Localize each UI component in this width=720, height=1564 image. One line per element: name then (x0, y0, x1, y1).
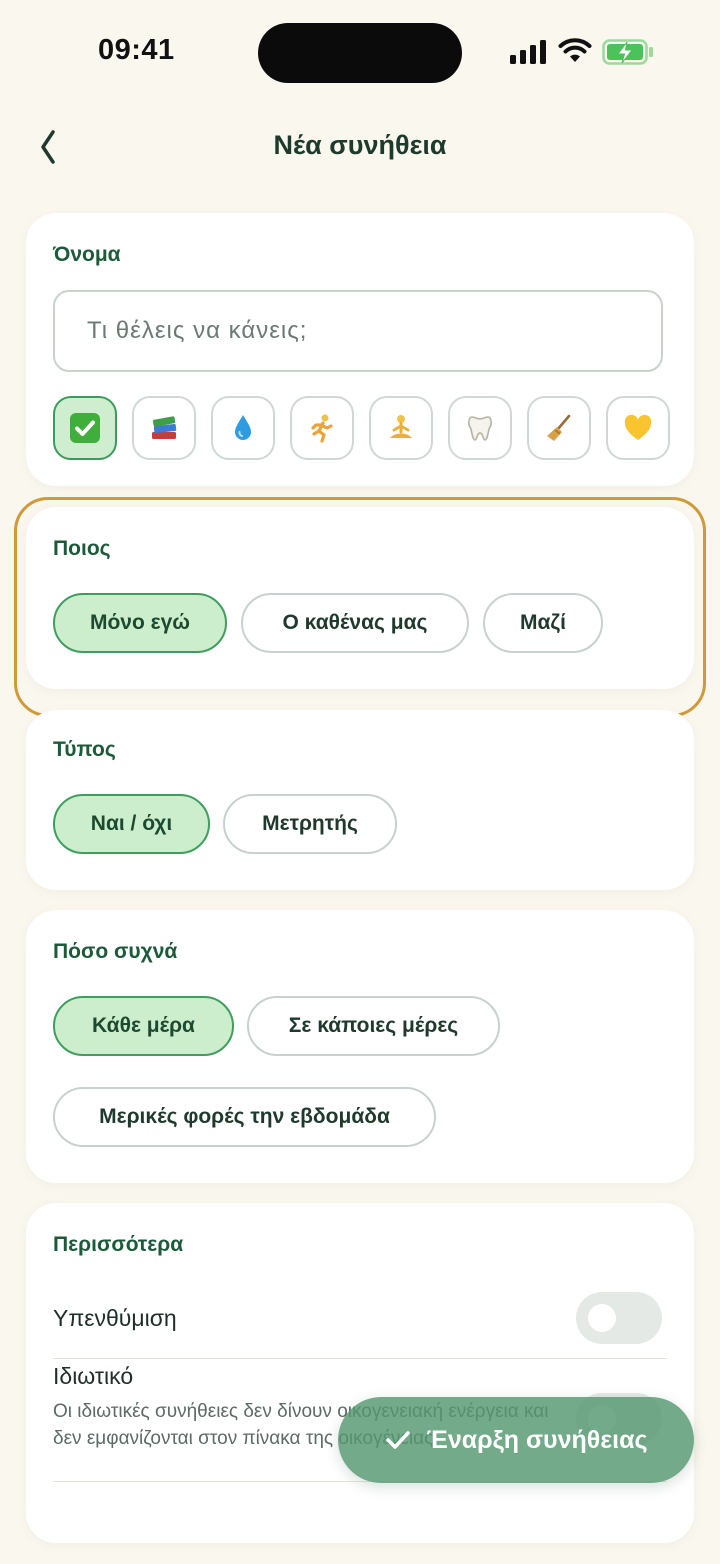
page-title: Νέα συνήθεια (273, 130, 447, 160)
yellow-heart-icon (624, 414, 652, 440)
emoji-picker (53, 396, 670, 462)
private-label: Ιδιωτικό (53, 1363, 134, 1389)
reminder-toggle[interactable] (576, 1292, 662, 1344)
emoji-option-books[interactable] (132, 396, 196, 460)
running-icon (311, 414, 333, 443)
who-option-together[interactable]: Μαζί (483, 593, 603, 653)
who-option-each-of-us[interactable]: Ο καθένας μας (241, 593, 469, 653)
cellular-signal-icon (510, 40, 546, 64)
section-title-type: Τύπος (53, 738, 116, 761)
status-bar: 09:41 (0, 0, 720, 100)
header: Νέα συνήθεια (0, 118, 720, 178)
emoji-option-water[interactable] (211, 396, 275, 460)
section-title-frequency: Πόσο συχνά (53, 940, 178, 963)
frequency-card: Πόσο συχνά Κάθε μέρα Σε κάποιες μέρες Με… (26, 910, 694, 1183)
status-time: 09:41 (98, 34, 175, 66)
type-card: Τύπος Ναι / όχι Μετρητής (26, 710, 694, 890)
emoji-option-meditation[interactable] (369, 396, 433, 460)
wifi-icon (558, 38, 592, 62)
emoji-option-tooth[interactable] (448, 396, 512, 460)
frequency-option-every-day[interactable]: Κάθε μέρα (53, 996, 234, 1056)
who-card: Ποιος Μόνο εγώ Ο καθένας μας Μαζί (26, 507, 694, 689)
frequency-option-times-per-week[interactable]: Μερικές φορές την εβδομάδα (53, 1087, 436, 1147)
tooth-icon (468, 416, 492, 441)
emoji-option-heart[interactable] (606, 396, 670, 460)
type-option-yes-no[interactable]: Ναι / όχι (53, 794, 210, 854)
section-title-who: Ποιος (53, 537, 111, 560)
check-box-icon (70, 413, 100, 443)
dynamic-island (258, 23, 462, 83)
habit-name-input[interactable] (53, 290, 663, 372)
section-title-more: Περισσότερα (53, 1233, 184, 1256)
check-icon (385, 1431, 410, 1449)
emoji-option-broom[interactable] (527, 396, 591, 460)
reminder-label: Υπενθύμιση (53, 1305, 177, 1331)
start-habit-label: Έναρξη συνήθειας (426, 1425, 648, 1454)
who-option-only-me[interactable]: Μόνο εγώ (53, 593, 227, 653)
start-habit-button[interactable]: Έναρξη συνήθειας (338, 1397, 694, 1483)
section-title-name: Όνομα (53, 243, 121, 266)
meditation-icon (390, 415, 412, 438)
divider (53, 1358, 667, 1359)
emoji-option-running[interactable] (290, 396, 354, 460)
water-drop-icon (235, 415, 251, 440)
name-card: Όνομα (26, 213, 694, 486)
frequency-option-some-days[interactable]: Σε κάποιες μέρες (247, 996, 500, 1056)
books-icon (152, 416, 177, 439)
type-option-counter[interactable]: Μετρητής (223, 794, 397, 854)
more-card: Περισσότερα Υπενθύμιση Ιδιωτικό Οι ιδιωτ… (26, 1203, 694, 1543)
broom-icon (547, 414, 571, 441)
emoji-option-check[interactable] (53, 396, 117, 460)
battery-charging-icon (602, 39, 653, 65)
